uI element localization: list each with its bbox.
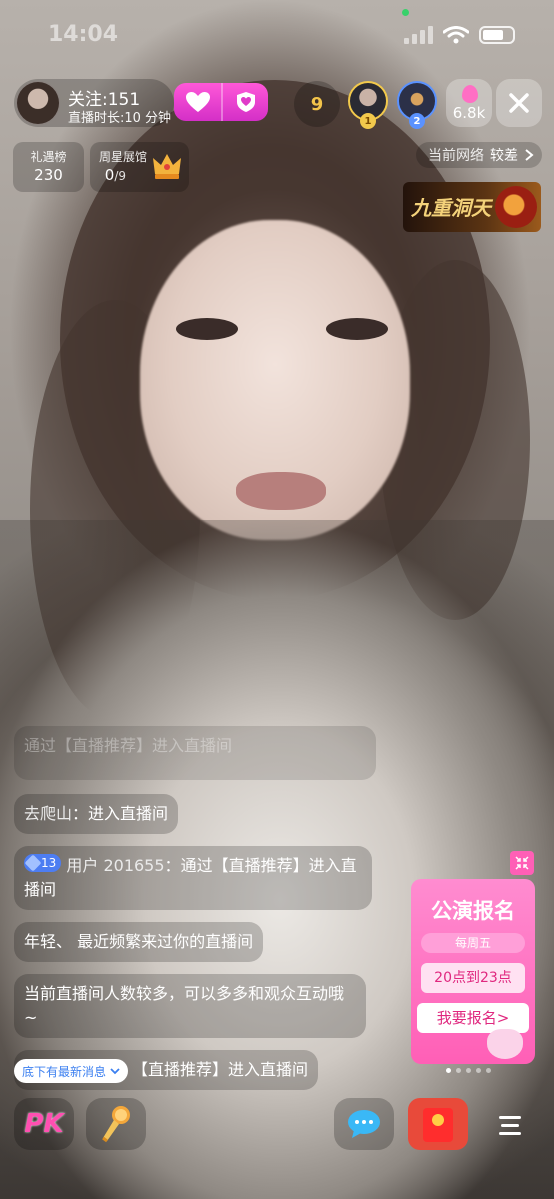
viewer-rank-badge: 2	[409, 113, 425, 129]
fan-club-button[interactable]	[221, 83, 268, 121]
live-duration: 直播时长:10 分钟	[68, 111, 172, 126]
status-time: 14:04	[48, 22, 119, 47]
host-avatar[interactable]	[16, 81, 60, 125]
gift-count-badge[interactable]: 9	[294, 81, 340, 127]
pk-label: PK	[24, 1109, 64, 1139]
microphone-icon	[102, 1106, 130, 1143]
host-info[interactable]: 关注:151 直播时长:10 分钟	[14, 79, 174, 127]
network-quality: 较差	[490, 148, 518, 164]
weekly-star-value: 0/9	[104, 166, 126, 184]
red-packet-button[interactable]	[408, 1098, 468, 1150]
online-viewers-button[interactable]: 6.8k	[446, 79, 492, 127]
promo-title: 九重洞天	[411, 196, 491, 220]
diamond-icon	[24, 854, 42, 872]
chat-message[interactable]: 13 用户 201655：通过【直播推荐】进入直播间	[14, 846, 372, 910]
signup-day: 每周五	[421, 933, 525, 953]
battery-icon	[479, 26, 515, 44]
signup-title: 公演报名	[431, 899, 515, 923]
chat-message[interactable]: 去爬山：进入直播间	[14, 794, 179, 834]
top-viewer-1[interactable]: 1	[348, 81, 388, 129]
system-message: 年轻、 最近频繁来过你的直播间	[14, 922, 264, 962]
performance-signup-card[interactable]: 公演报名 每周五 20点到23点 我要报名>	[411, 879, 535, 1064]
top-viewer-2[interactable]: 2	[397, 81, 437, 129]
chat-text: 当前直播间人数较多，可以多多和观众互动哦~	[24, 984, 345, 1027]
popularity-drop-icon	[462, 85, 478, 103]
more-menu-button[interactable]	[490, 1107, 530, 1143]
shield-heart-icon	[236, 92, 255, 112]
chat-username[interactable]: 去爬山	[24, 804, 72, 823]
status-icons	[404, 26, 515, 44]
crown-icon	[153, 154, 181, 179]
like-heart-button[interactable]	[174, 83, 221, 121]
recording-dot-icon	[402, 9, 409, 16]
theater-mask-icon	[487, 1029, 523, 1059]
viewer-count: 6.8k	[452, 104, 486, 122]
viewer-rank-badge: 1	[360, 113, 376, 129]
close-icon	[509, 93, 529, 113]
collapse-icon	[515, 856, 529, 870]
signup-time: 20点到23点	[421, 963, 525, 993]
carousel-dots	[446, 1068, 491, 1073]
chevron-down-icon	[110, 1068, 120, 1075]
chat-input-button[interactable]	[334, 1098, 394, 1150]
gift-rank-title: 礼遇榜	[30, 150, 67, 164]
signal-icon	[404, 26, 433, 44]
weekly-star-card[interactable]: 周星展馆 0/9	[90, 142, 189, 192]
chevron-right-icon	[525, 149, 534, 161]
chat-message-faded: 通过【直播推荐】进入直播间	[14, 726, 376, 780]
system-message: 当前直播间人数较多，可以多多和观众互动哦~	[14, 974, 366, 1038]
chat-bubble-icon	[348, 1110, 380, 1138]
gift-rank-value: 230	[34, 166, 63, 184]
game-promo-banner[interactable]: 九重洞天	[403, 182, 541, 232]
chat-text: 年轻、 最近频繁来过你的直播间	[24, 932, 254, 951]
pk-button[interactable]: PK	[14, 1098, 74, 1150]
heart-icon	[185, 92, 210, 112]
gift-rank-card[interactable]: 礼遇榜 230	[13, 142, 84, 192]
weekly-star-title: 周星展馆	[98, 150, 147, 164]
chat-text: 进入直播间	[88, 804, 169, 823]
monkey-king-image	[495, 186, 537, 228]
karaoke-button[interactable]	[86, 1098, 146, 1150]
network-status[interactable]: 当前网络 较差	[416, 142, 542, 168]
new-message-button[interactable]: 底下有最新消息	[14, 1059, 129, 1083]
user-level-badge: 13	[24, 854, 62, 872]
close-button[interactable]	[496, 79, 542, 127]
chat-username[interactable]: 用户 201655	[66, 856, 164, 875]
collapse-card-button[interactable]	[510, 851, 534, 875]
wifi-icon	[443, 26, 469, 44]
host-action-buttons	[174, 83, 268, 121]
network-label: 当前网络	[428, 148, 484, 164]
chat-text: 【直播推荐】进入直播间	[132, 1060, 309, 1079]
coin-icon	[432, 1114, 444, 1126]
